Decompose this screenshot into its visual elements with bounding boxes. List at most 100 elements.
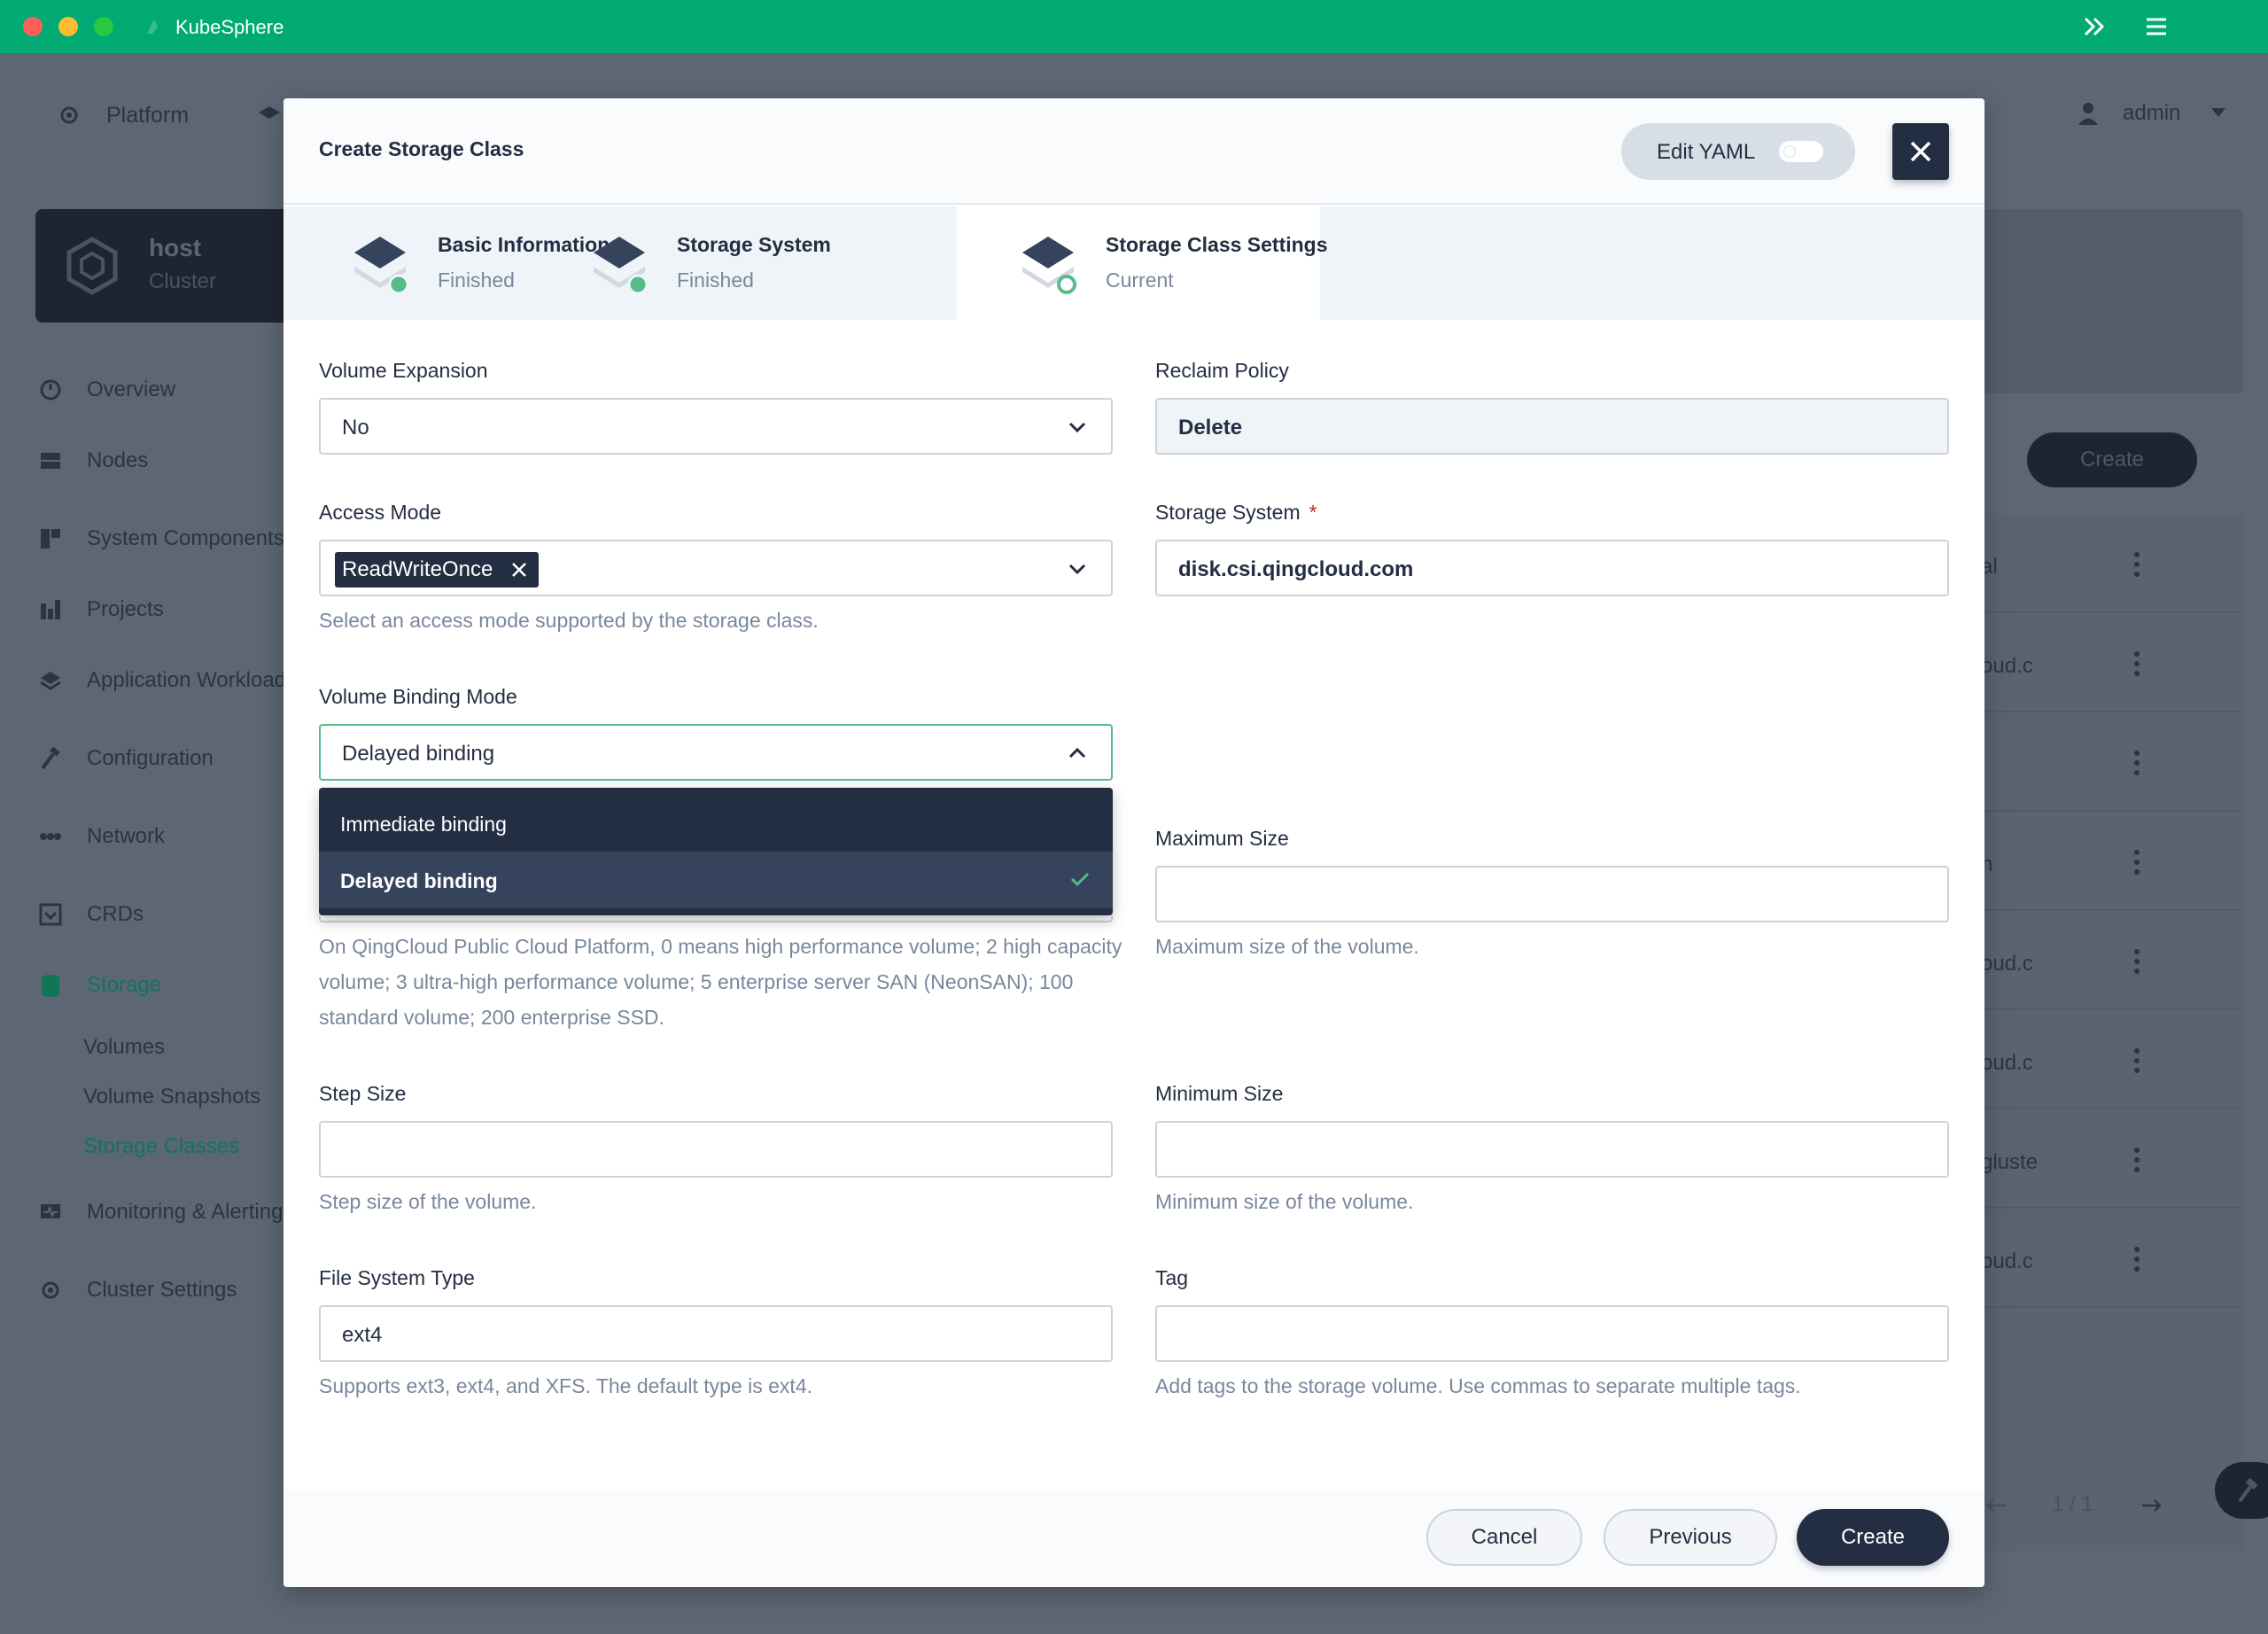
background-create-button[interactable]: Create: [2027, 432, 2197, 487]
nav-monitoring-alerting[interactable]: Monitoring & Alerting: [39, 1196, 283, 1228]
background-summary-panel: [1981, 209, 2243, 393]
reclaim-policy-value: Delete: [1178, 416, 1243, 440]
table-row: oud.c: [1981, 1010, 2243, 1109]
hammer-icon: [41, 747, 60, 770]
volume-binding-mode-value: Delayed binding: [342, 742, 495, 766]
cancel-button[interactable]: Cancel: [1426, 1509, 1582, 1566]
minimum-size-help: Minimum size of the volume.: [1155, 1190, 1414, 1213]
file-system-type-help: Supports ext3, ext4, and XFS. The defaul…: [319, 1374, 813, 1397]
database-icon: [42, 975, 59, 997]
volume-type-help: On QingCloud Public Cloud Platform, 0 me…: [319, 935, 1122, 1029]
window-zoom-dot[interactable]: [94, 17, 113, 36]
table-row: [1981, 712, 2243, 812]
file-system-type-value: ext4: [342, 1323, 383, 1347]
step-storage-system[interactable]: Storage System Finished: [523, 206, 842, 320]
more-icon[interactable]: [2133, 1047, 2140, 1074]
create-button[interactable]: Create: [1797, 1509, 1949, 1566]
network-icon: [40, 833, 61, 840]
nav-cluster-settings[interactable]: Cluster Settings: [39, 1274, 237, 1306]
nav-storage-classes[interactable]: Storage Classes: [83, 1134, 239, 1159]
nav-storage[interactable]: Storage: [39, 969, 161, 1001]
nav-overview[interactable]: Overview: [39, 374, 175, 406]
tag-remove-icon[interactable]: [510, 561, 528, 579]
tag-label: Tag: [1155, 1266, 1189, 1289]
access-mode-help: Select an access mode supported by the s…: [319, 609, 819, 632]
background-storage-class-table: al oud.c n oud.c oud.c gluste oud.c: [1981, 514, 2243, 1551]
monitor-icon: [41, 1204, 60, 1218]
pager-prev-icon[interactable]: [1984, 1498, 2008, 1513]
nav-crds[interactable]: CRDs: [39, 899, 144, 930]
step-status: Finished: [677, 268, 754, 292]
table-row: oud.c: [1981, 911, 2243, 1010]
table-row: oud.c: [1981, 1209, 2243, 1308]
pager-next-icon[interactable]: [2140, 1498, 2163, 1513]
more-icon[interactable]: [2133, 849, 2140, 875]
window-close-dot[interactable]: [23, 17, 43, 36]
maximum-size-help: Maximum size of the volume.: [1155, 935, 1419, 958]
pager-indicator: 1 / 1: [2052, 1492, 2093, 1516]
more-icon[interactable]: [2133, 948, 2140, 975]
table-row: gluste: [1981, 1109, 2243, 1209]
crd-icon: [39, 903, 62, 926]
tag-input[interactable]: [1155, 1305, 1949, 1362]
menu-icon[interactable]: [2142, 12, 2171, 41]
check-icon: [1070, 872, 1090, 887]
maximum-size-input[interactable]: [1155, 866, 1949, 922]
nav-projects[interactable]: Projects: [39, 594, 164, 626]
step-current-icon: [1022, 237, 1076, 294]
volume-binding-mode-dropdown: Immediate binding Delayed binding: [319, 788, 1113, 915]
table-row: n: [1981, 812, 2243, 911]
edit-yaml-switch[interactable]: [1779, 141, 1823, 162]
volume-expansion-select[interactable]: No: [319, 398, 1113, 455]
table-row: oud.c: [1981, 613, 2243, 712]
nav-configuration[interactable]: Configuration: [39, 743, 214, 774]
toolbox-fab[interactable]: [2215, 1462, 2268, 1519]
step-size-help: Step size of the volume.: [319, 1190, 537, 1213]
more-icon[interactable]: [2133, 750, 2140, 776]
edit-yaml-toggle-button[interactable]: Edit YAML: [1621, 123, 1855, 180]
platform-gear-icon: [60, 106, 78, 124]
switch-knob: [1779, 141, 1800, 162]
more-icon[interactable]: [2133, 551, 2140, 578]
access-mode-select[interactable]: ReadWriteOnce: [319, 540, 1113, 596]
nav-volume-snapshots[interactable]: Volume Snapshots: [83, 1085, 260, 1109]
option-immediate-binding[interactable]: Immediate binding: [319, 795, 1113, 852]
option-delayed-binding[interactable]: Delayed binding: [319, 852, 1113, 908]
wizard-steps: Basic Information Finished Storage Syste…: [284, 206, 1984, 320]
modal-close-button[interactable]: [1892, 123, 1949, 180]
volume-expansion-value: No: [342, 416, 369, 440]
storage-system-input[interactable]: disk.csi.qingcloud.com: [1155, 540, 1949, 596]
chevron-up-icon: [1068, 747, 1086, 759]
more-icon[interactable]: [2133, 650, 2140, 677]
required-mark: *: [1309, 501, 1317, 524]
minimum-size-input[interactable]: [1155, 1121, 1949, 1178]
nav-nodes[interactable]: Nodes: [39, 445, 148, 477]
more-icon[interactable]: [2133, 1246, 2140, 1272]
nodes-icon: [41, 453, 60, 469]
volume-binding-mode-select[interactable]: Delayed binding: [319, 724, 1113, 781]
close-icon: [1910, 141, 1931, 162]
user-icon: [2078, 103, 2098, 125]
nav-volumes[interactable]: Volumes: [83, 1035, 165, 1060]
file-system-type-input[interactable]: ext4: [319, 1305, 1113, 1362]
platform-menu: Platform: [106, 103, 190, 128]
tag-help: Add tags to the storage volume. Use comm…: [1155, 1374, 1801, 1397]
previous-button[interactable]: Previous: [1604, 1509, 1777, 1566]
nav-system-components[interactable]: System Components: [39, 523, 284, 555]
step-size-label: Step Size: [319, 1082, 407, 1105]
nav-network[interactable]: Network: [39, 821, 165, 852]
hidden-field-edge: [319, 915, 1113, 922]
window-minimize-dot[interactable]: [58, 17, 78, 36]
more-icon[interactable]: [2133, 1147, 2140, 1173]
modal-header: Create Storage Class Edit YAML: [284, 98, 1984, 205]
nav-application-workloads[interactable]: Application Workloads: [39, 665, 297, 696]
app-title: KubeSphere: [175, 16, 284, 38]
reclaim-policy-label: Reclaim Policy: [1155, 359, 1289, 382]
step-storage-class-settings[interactable]: Storage Class Settings Current: [957, 206, 1328, 320]
cluster-card: host Cluster: [35, 209, 301, 323]
table-row: al: [1981, 514, 2243, 613]
step-size-input[interactable]: [319, 1121, 1113, 1178]
modal-title: Create Storage Class: [319, 137, 524, 160]
step-finished-icon: [594, 237, 649, 295]
double-chevron-right-icon[interactable]: [2080, 12, 2109, 41]
